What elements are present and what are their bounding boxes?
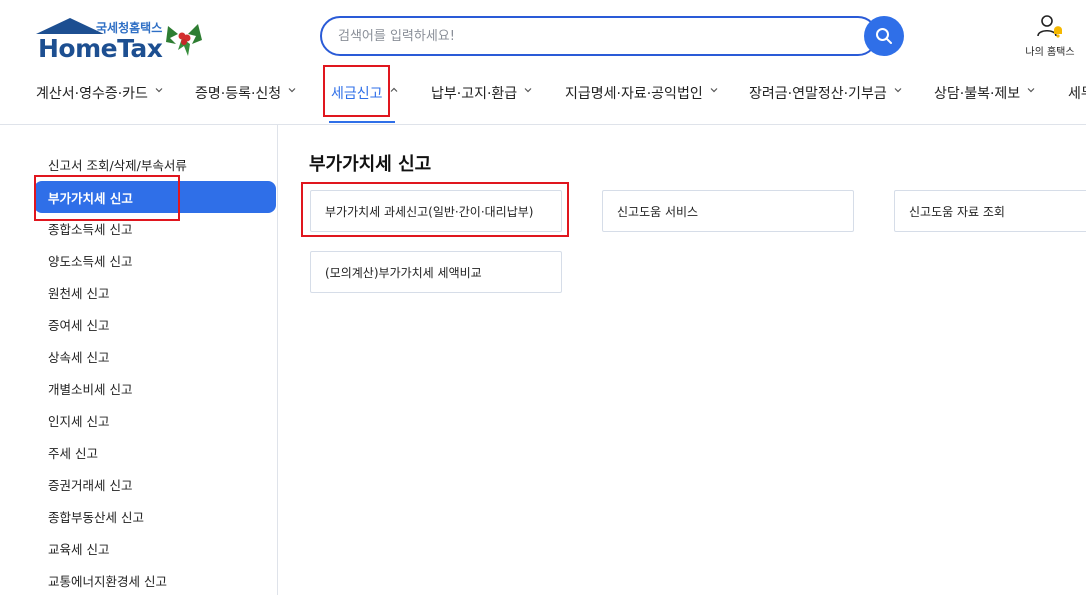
gnb-item-consult[interactable]: 상담·불복·제보 (934, 76, 1035, 125)
gnb-item-payment[interactable]: 납부·고지·환급 (431, 76, 532, 125)
sidebar-item-securities-tax[interactable]: 증권거래세 신고 (34, 468, 276, 500)
gnb-item-certificate[interactable]: 증명·등록·신청 (195, 76, 296, 125)
chevron-down-icon (524, 88, 532, 93)
chevron-up-icon (390, 87, 397, 92)
holly-icon (166, 24, 202, 56)
sidebar-item-inheritance-tax[interactable]: 상속세 신고 (34, 340, 276, 372)
sidebar-item-liquor-tax[interactable]: 주세 신고 (34, 436, 276, 468)
search-input[interactable] (320, 16, 878, 56)
sidebar-item-withholding-tax[interactable]: 원천세 신고 (34, 276, 276, 308)
logo-roof-icon (36, 18, 104, 34)
card-report-help-service[interactable]: 신고도움 서비스 (602, 190, 854, 232)
sidebar-item-consumption-tax[interactable]: 개별소비세 신고 (34, 372, 276, 404)
sidebar-item-report-lookup[interactable]: 신고서 조회/삭제/부속서류 (34, 148, 276, 180)
my-hometax-label: 나의 홈택스 (1025, 47, 1075, 58)
search-icon (876, 28, 892, 44)
sidebar: 신고서 조회/삭제/부속서류 부가가치세 신고 종합소득세 신고 양도소득세 신… (0, 125, 278, 595)
sidebar-item-property-tax[interactable]: 종합부동산세 신고 (34, 500, 276, 532)
header: 국세청홈택스 HomeTax 나의 홈택스 계 (0, 0, 1086, 125)
sidebar-item-stamp-tax[interactable]: 인지세 신고 (34, 404, 276, 436)
my-hometax-button[interactable]: 나의 홈택스 (1018, 14, 1082, 60)
gnb-item-tax-report[interactable]: 세금신고 (331, 76, 398, 125)
sidebar-item-transfer-tax[interactable]: 양도소득세 신고 (34, 244, 276, 276)
user-bell-icon (1037, 15, 1062, 38)
gnb-item-incentive[interactable]: 장려금·연말정산·기부금 (749, 76, 902, 125)
gnb-item-statement[interactable]: 지급명세·자료·공익법인 (565, 76, 718, 125)
sidebar-item-transport-tax[interactable]: 교통에너지환경세 신고 (34, 564, 276, 595)
sidebar-item-education-tax[interactable]: 교육세 신고 (34, 532, 276, 564)
global-nav: 계산서·영수증·카드 증명·등록·신청 세금신고 납부·고지·환급 지급명세·자… (0, 76, 1086, 125)
hometax-logo[interactable]: 국세청홈택스 HomeTax (36, 14, 206, 66)
sidebar-item-income-tax[interactable]: 종합소득세 신고 (34, 212, 276, 244)
chevron-down-icon (894, 88, 902, 93)
chevron-down-icon (1027, 88, 1035, 93)
search-button[interactable] (864, 16, 904, 56)
logo-title: HomeTax (38, 34, 163, 63)
sidebar-item-gift-tax[interactable]: 증여세 신고 (34, 308, 276, 340)
card-report-help-data[interactable]: 신고도움 자료 조회 (894, 190, 1086, 232)
card-vat-simulation[interactable]: (모의계산)부가가치세 세액비교 (310, 251, 562, 293)
gnb-active-underline (329, 121, 395, 123)
card-vat-tax-report[interactable]: 부가가치세 과세신고(일반·간이·대리납부) (310, 190, 562, 232)
chevron-down-icon (155, 88, 163, 93)
page-title: 부가가치세 신고 (309, 154, 432, 175)
chevron-down-icon (288, 88, 296, 93)
sidebar-item-vat-report[interactable]: 부가가치세 신고 (34, 181, 276, 213)
gnb-item-invoice[interactable]: 계산서·영수증·카드 (36, 76, 163, 125)
chevron-down-icon (710, 88, 718, 93)
gnb-item-tax-more[interactable]: 세무 (1068, 76, 1086, 125)
search-bar (320, 16, 906, 56)
